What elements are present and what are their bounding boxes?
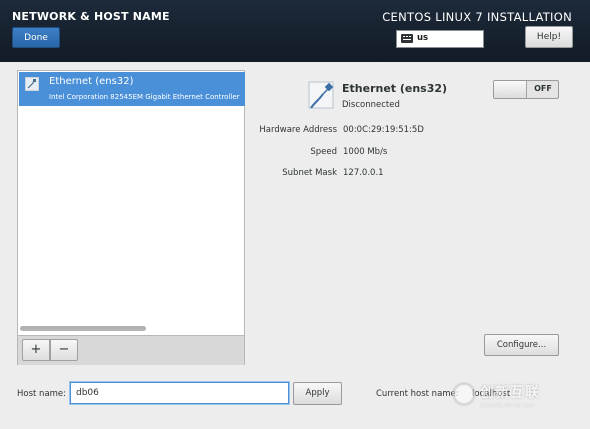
hardware-address-label: Hardware Address bbox=[259, 125, 337, 135]
speed-label: Speed bbox=[310, 147, 337, 157]
keyboard-icon bbox=[401, 34, 413, 43]
horizontal-scrollbar[interactable] bbox=[20, 326, 242, 331]
subnet-mask-label: Subnet Mask bbox=[282, 168, 337, 178]
toggle-knob bbox=[494, 81, 527, 98]
spoke-title: NETWORK & HOST NAME bbox=[12, 10, 170, 23]
keyboard-layout-label: us bbox=[417, 33, 429, 43]
device-list-item[interactable]: Ethernet (ens32) Intel Corporation 82545… bbox=[19, 72, 245, 106]
keyboard-layout-indicator[interactable]: us bbox=[396, 30, 484, 48]
device-name: Ethernet (ens32) bbox=[49, 76, 134, 87]
device-list-toolbar: + − bbox=[18, 335, 244, 365]
watermark-logo: 创新互联 CHUANG XIN HU LIAN bbox=[452, 380, 584, 420]
scrollbar-thumb[interactable] bbox=[20, 326, 146, 331]
connection-toggle[interactable]: OFF bbox=[493, 80, 559, 99]
host-name-label: Host name: bbox=[17, 389, 67, 399]
ethernet-cable-icon bbox=[25, 77, 39, 91]
device-description: Intel Corporation 82545EM Gigabit Ethern… bbox=[49, 93, 240, 101]
header-bar: NETWORK & HOST NAME Done CENTOS LINUX 7 … bbox=[0, 0, 590, 62]
current-host-name-label: Current host name: bbox=[376, 389, 459, 399]
apply-button[interactable]: Apply bbox=[293, 382, 342, 405]
selected-device-name: Ethernet (ens32) bbox=[342, 82, 448, 95]
done-button[interactable]: Done bbox=[12, 27, 60, 48]
watermark-subtext: CHUANG XIN HU LIAN bbox=[480, 403, 535, 409]
watermark-text: 创新互联 bbox=[480, 385, 540, 401]
subnet-mask-value: 127.0.0.1 bbox=[343, 168, 384, 178]
help-button[interactable]: Help! bbox=[525, 26, 573, 48]
device-list: Ethernet (ens32) Intel Corporation 82545… bbox=[17, 70, 245, 365]
speed-value: 1000 Mb/s bbox=[343, 147, 388, 157]
hardware-address-value: 00:0C:29:19:51:5D bbox=[343, 125, 424, 135]
configure-button[interactable]: Configure... bbox=[484, 334, 559, 356]
host-name-input[interactable] bbox=[70, 382, 289, 404]
add-device-button[interactable]: + bbox=[22, 339, 50, 361]
toggle-state-label: OFF bbox=[534, 84, 552, 93]
connection-status: Disconnected bbox=[342, 100, 400, 110]
remove-device-button[interactable]: − bbox=[50, 339, 78, 361]
watermark-circle-icon bbox=[452, 382, 476, 406]
product-title: CENTOS LINUX 7 INSTALLATION bbox=[382, 10, 572, 24]
ethernet-cable-icon bbox=[308, 81, 334, 109]
